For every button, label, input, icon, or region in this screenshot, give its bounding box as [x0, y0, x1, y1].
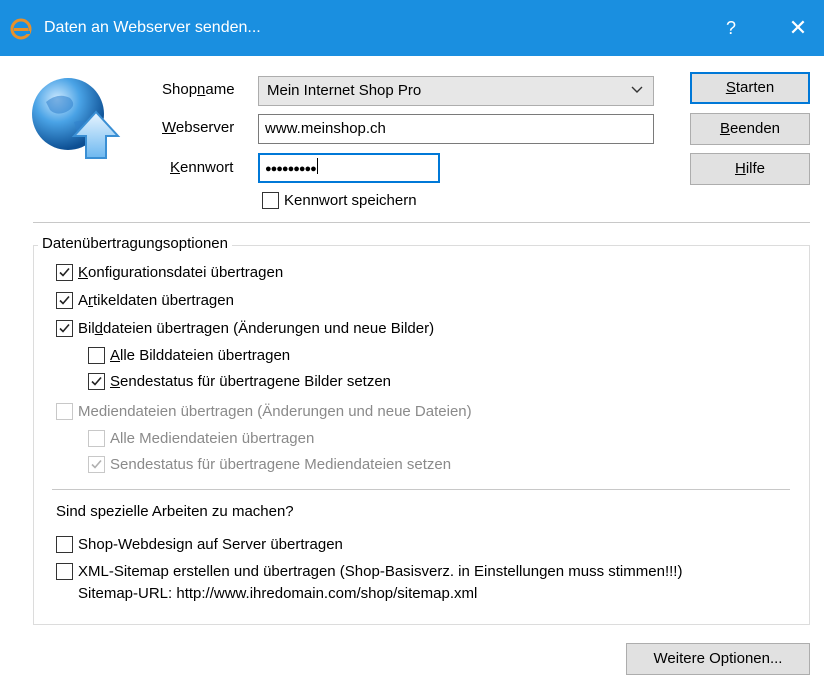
transfer-options-caption: Datenübertragungsoptionen — [38, 234, 232, 254]
separator-top — [33, 222, 810, 223]
checkmark-icon — [59, 323, 70, 333]
shopname-label: Shopname — [162, 81, 235, 98]
close-button[interactable]: ✕ — [776, 12, 820, 44]
config-file-label: Konfigurationsdatei übertragen — [78, 264, 284, 281]
image-files-checkbox[interactable] — [56, 320, 73, 337]
separator-inner — [52, 489, 790, 490]
start-button[interactable]: Starten — [690, 72, 810, 104]
webserver-label: Webserver — [162, 119, 235, 136]
image-send-status-checkbox[interactable] — [88, 373, 105, 390]
sitemap-url: Sitemap-URL: http://www.ihredomain.com/s… — [78, 585, 478, 602]
media-files-label: Mediendateien übertragen (Änderungen und… — [78, 403, 472, 420]
text-cursor — [316, 158, 318, 174]
save-password-label: Kennwort speichern — [284, 192, 417, 209]
image-files-label: Bilddateien übertragen (Änderungen und n… — [78, 320, 435, 337]
webdesign-checkbox[interactable] — [56, 536, 73, 553]
sitemap-label: XML-Sitemap erstellen und übertragen (Sh… — [78, 563, 683, 580]
password-dots: ●●●●●●●●● — [265, 163, 317, 175]
more-options-button[interactable]: Weitere Optionen... — [626, 643, 810, 675]
chevron-down-icon — [631, 86, 643, 93]
globe-upload-icon — [32, 78, 121, 159]
config-file-checkbox[interactable] — [56, 264, 73, 281]
all-media-checkbox[interactable] — [88, 430, 105, 447]
article-data-checkbox[interactable] — [56, 292, 73, 309]
save-password-checkbox[interactable] — [262, 192, 279, 209]
checkmark-icon — [91, 376, 102, 386]
all-images-checkbox[interactable] — [88, 347, 105, 364]
media-send-status-label: Sendestatus für übertragene Mediendateie… — [110, 456, 452, 473]
webserver-value: www.meinshop.ch — [265, 120, 386, 137]
checkmark-icon — [59, 295, 70, 305]
help-button[interactable]: Hilfe — [690, 153, 810, 185]
image-send-status-label: Sendestatus für übertragene Bilder setze… — [110, 373, 392, 390]
password-input[interactable]: ●●●●●●●●● — [258, 153, 440, 183]
media-send-status-checkbox[interactable] — [88, 456, 105, 473]
checkmark-icon — [59, 267, 70, 277]
browser-e-icon — [10, 18, 32, 40]
kennwort-label: Kennwort — [170, 159, 234, 176]
window-title: Daten an Webserver senden... — [44, 19, 261, 36]
media-files-checkbox[interactable] — [56, 403, 73, 420]
webserver-input[interactable]: www.meinshop.ch — [258, 114, 654, 144]
shopname-select[interactable]: Mein Internet Shop Pro — [258, 76, 654, 106]
quit-button[interactable]: Beenden — [690, 113, 810, 145]
webdesign-label: Shop-Webdesign auf Server übertragen — [78, 536, 343, 553]
all-media-label: Alle Mediendateien übertragen — [110, 430, 315, 447]
title-bar[interactable]: Daten an Webserver senden... ? ✕ — [0, 0, 824, 56]
shopname-value: Mein Internet Shop Pro — [267, 82, 422, 99]
special-tasks-heading: Sind spezielle Arbeiten zu machen? — [56, 503, 294, 520]
article-data-label: Artikeldaten übertragen — [78, 292, 234, 309]
all-images-label: Alle Bilddateien übertragen — [110, 347, 291, 364]
sitemap-checkbox[interactable] — [56, 563, 73, 580]
help-title-button[interactable]: ? — [710, 12, 752, 44]
checkmark-icon — [91, 459, 102, 469]
